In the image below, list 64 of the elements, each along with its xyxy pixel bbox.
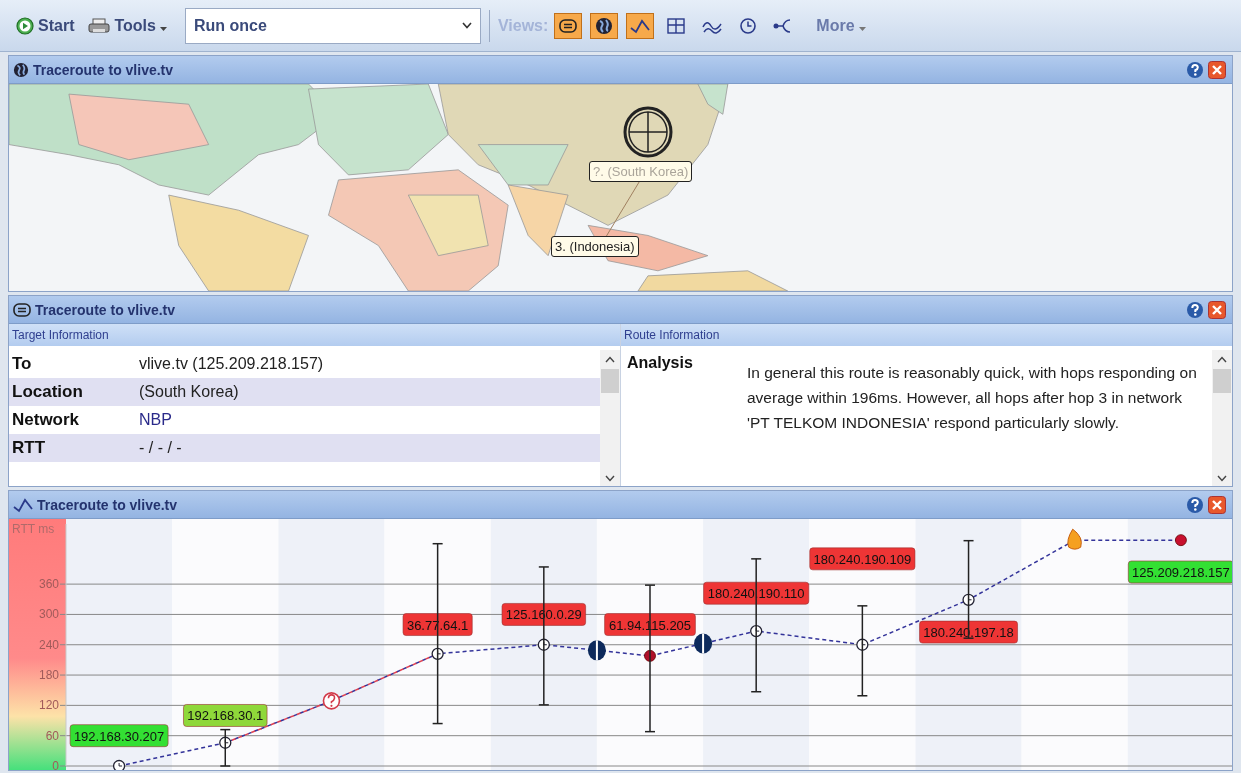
clock-icon bbox=[739, 16, 758, 35]
caret-icon bbox=[159, 27, 167, 32]
hop-address-label: 125.209.218.157 bbox=[1128, 560, 1232, 584]
axis-tick-label: 120 bbox=[38, 698, 59, 713]
axis-tick-label: 180 bbox=[38, 668, 59, 683]
close-icon[interactable] bbox=[1208, 300, 1226, 319]
line-graph-icon bbox=[630, 17, 651, 34]
list-view-icon bbox=[559, 17, 578, 34]
analysis-text: In general this route is reasonably quick, with hops responding on average within 196ms. However, all hops after hop 3 in network 'PT TELKOM INDONESIA' respond particularly slowly. bbox=[747, 363, 1198, 433]
close-icon[interactable] bbox=[1208, 60, 1226, 79]
printer-icon bbox=[88, 17, 111, 34]
field-label: To bbox=[11, 354, 33, 374]
chevron-up-icon[interactable] bbox=[605, 356, 615, 363]
scrollbar-thumb[interactable] bbox=[601, 369, 619, 393]
clock-marker-icon bbox=[537, 638, 550, 651]
hop-address-label: 180.240.190.109 bbox=[809, 547, 916, 571]
start-button[interactable]: Start bbox=[12, 12, 79, 39]
chevron-up-icon[interactable] bbox=[1217, 356, 1227, 363]
panel-title: Traceroute to vlive.tv bbox=[35, 301, 176, 318]
hop-address-label: 192.168.30.1 bbox=[183, 704, 268, 727]
hop-dot-icon bbox=[644, 649, 656, 662]
scrollbar-thumb[interactable] bbox=[1213, 369, 1231, 393]
field-label: RTT bbox=[11, 438, 47, 458]
chevron-down-icon bbox=[461, 22, 472, 29]
play-icon bbox=[16, 16, 34, 35]
view-toggle[interactable] bbox=[590, 12, 619, 39]
axis-tick-label: 240 bbox=[38, 637, 59, 652]
field-value: vlive.tv (125.209.218.157) bbox=[139, 355, 324, 373]
view-toggle[interactable] bbox=[626, 12, 655, 39]
list-view-icon bbox=[13, 301, 31, 318]
run-mode-dropdown[interactable]: Run once bbox=[184, 7, 481, 44]
section-title: Target Information bbox=[12, 328, 109, 342]
axis-tick-label: 360 bbox=[38, 577, 59, 592]
scrollbar[interactable] bbox=[1212, 350, 1232, 486]
axis-tick-label: 0 bbox=[52, 759, 59, 770]
crosshair-icon bbox=[623, 106, 673, 158]
help-icon[interactable] bbox=[1186, 300, 1204, 319]
close-icon[interactable] bbox=[1208, 495, 1226, 514]
axis-title: RTT ms bbox=[12, 522, 55, 536]
error-bar bbox=[219, 728, 231, 767]
caret-icon bbox=[858, 27, 866, 32]
tools-menu-button[interactable]: Tools bbox=[84, 12, 171, 39]
section-title: Route Information bbox=[624, 328, 720, 342]
view-toggle[interactable] bbox=[554, 12, 583, 39]
table-icon bbox=[667, 17, 686, 34]
help-icon[interactable] bbox=[1186, 495, 1204, 514]
field-value: (South Korea) bbox=[139, 383, 239, 401]
field-label: Location bbox=[11, 382, 84, 402]
panel-title: Traceroute to vlive.tv bbox=[37, 496, 178, 513]
field-label: Analysis bbox=[627, 354, 694, 373]
help-icon[interactable] bbox=[1186, 60, 1204, 79]
scrollbar[interactable] bbox=[600, 350, 620, 486]
chevron-down-icon[interactable] bbox=[605, 475, 615, 482]
network-link[interactable]: NBP bbox=[139, 411, 172, 429]
axis-tick-label: 300 bbox=[38, 607, 59, 622]
line-graph-icon bbox=[13, 496, 33, 513]
field-label: Network bbox=[11, 410, 81, 430]
chevron-down-icon[interactable] bbox=[1217, 475, 1227, 482]
panel-title: Traceroute to vlive.tv bbox=[33, 61, 174, 78]
location-label: 3. (Indonesia) bbox=[551, 236, 639, 257]
hop-address-label: 192.168.30.207 bbox=[69, 724, 169, 747]
location-label: ?. (South Korea) bbox=[589, 161, 693, 182]
field-value: - / - / - bbox=[139, 439, 182, 457]
axis-tick-label: 60 bbox=[45, 728, 59, 743]
